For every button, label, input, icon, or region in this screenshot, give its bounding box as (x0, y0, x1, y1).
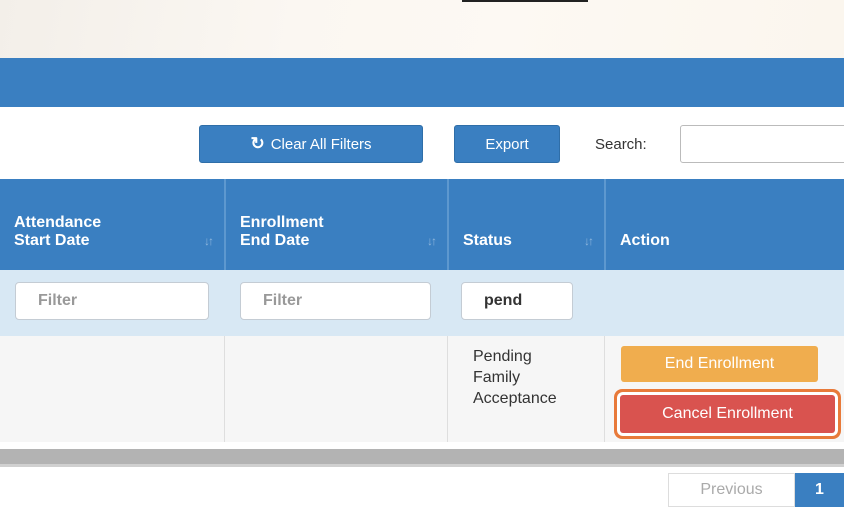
status-line: Family (473, 369, 521, 386)
end-enrollment-button[interactable]: End Enrollment (621, 346, 818, 382)
enrollment-end-date-filter[interactable]: Filter (240, 282, 431, 320)
status-line: Pending (473, 348, 532, 365)
header-underline (462, 0, 588, 2)
filter-row: Filter Filter pend (0, 270, 844, 336)
column-header-line2: End Date (240, 232, 310, 249)
attendance-start-date-filter[interactable]: Filter (15, 282, 209, 320)
column-header-action: Action (606, 179, 844, 270)
cell-divider (447, 336, 448, 442)
refresh-icon: ↻ (250, 134, 265, 153)
column-header-line1: Attendance (14, 214, 102, 231)
sort-icon[interactable]: ↓↑ (427, 232, 437, 250)
table-toolbar: ↻ Clear All Filters Export Search: (0, 107, 844, 179)
pagination-page-1[interactable]: 1 (795, 473, 844, 507)
status-cell: Pending Family Acceptance (473, 346, 557, 409)
pagination-previous-button[interactable]: Previous (668, 473, 795, 507)
column-header-attendance-start-date[interactable]: Attendance Start Date ↓↑ (0, 179, 224, 270)
sort-icon[interactable]: ↓↑ (584, 232, 594, 250)
export-label: Export (485, 135, 529, 153)
column-header-status[interactable]: Status ↓↑ (449, 179, 604, 270)
horizontal-scrollbar[interactable] (0, 449, 844, 467)
nav-bar (0, 58, 844, 107)
column-header-enrollment-end-date[interactable]: Enrollment End Date ↓↑ (226, 179, 447, 270)
page-header-banner (0, 0, 844, 58)
export-button[interactable]: Export (454, 125, 560, 163)
sort-icon[interactable]: ↓↑ (204, 232, 214, 250)
search-input[interactable] (680, 125, 844, 163)
clear-all-filters-label: Clear All Filters (270, 135, 372, 153)
status-line: Acceptance (473, 390, 557, 407)
clear-all-filters-button[interactable]: ↻ Clear All Filters (199, 125, 423, 163)
status-filter[interactable]: pend (461, 282, 573, 320)
column-header-line2: Start Date (14, 232, 90, 249)
table-row: Pending Family Acceptance End Enrollment… (0, 336, 844, 442)
column-header-line2: Status (463, 232, 512, 249)
cell-divider (604, 336, 605, 442)
table-header-row: Attendance Start Date ↓↑ Enrollment End … (0, 179, 844, 270)
search-label: Search: (595, 136, 647, 153)
column-header-line2: Action (620, 232, 670, 249)
cancel-enrollment-button[interactable]: Cancel Enrollment (620, 395, 835, 433)
cell-divider (224, 336, 225, 442)
column-header-line1: Enrollment (240, 214, 324, 231)
